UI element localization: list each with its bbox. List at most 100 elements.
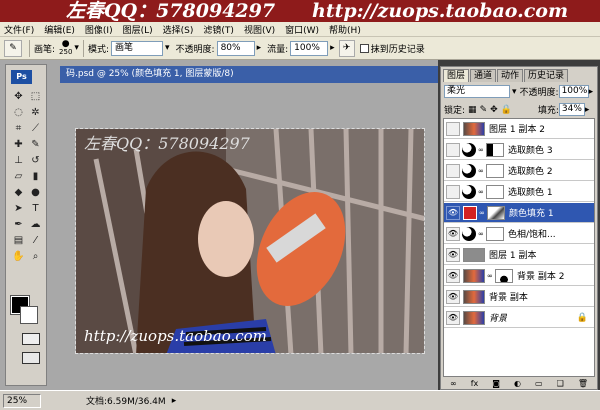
layer-name: 选取颜色 1 <box>508 188 553 198</box>
screen-mode-icon[interactable] <box>22 352 40 364</box>
status-arrow-icon[interactable]: ▸ <box>172 396 177 406</box>
mode-select[interactable]: 画笔 <box>111 40 163 56</box>
canvas-photo[interactable]: 左春QQ：578094297 http://zuops.taobao.com <box>75 128 425 354</box>
visibility-off-icon[interactable] <box>446 142 460 157</box>
layer-row[interactable]: 👁 ∞ 色相/饱和... <box>444 224 594 244</box>
eyedropper-icon[interactable]: ⁄ <box>28 233 43 248</box>
visibility-off-icon[interactable] <box>446 163 460 178</box>
magic-wand-icon[interactable]: ✲ <box>28 105 43 120</box>
tab-channels[interactable]: 通道 <box>470 69 497 82</box>
layer-row[interactable]: 图层 1 副本 2 <box>444 119 594 139</box>
menu-file[interactable]: 文件(F) <box>4 23 34 36</box>
delete-layer-icon[interactable]: 🗑 <box>578 379 588 388</box>
airbrush-icon[interactable]: ✈ <box>338 39 355 57</box>
layer-row[interactable]: 👁 背景 🔒 <box>444 308 594 328</box>
slice-tool-icon[interactable]: ⟋ <box>28 121 43 136</box>
shape-tool-icon[interactable]: ☁ <box>28 217 43 232</box>
layer-style-icon[interactable]: fx <box>471 379 479 388</box>
visibility-off-icon[interactable] <box>446 121 460 136</box>
path-select-icon[interactable]: ➤ <box>11 201 26 216</box>
brush-tool-icon[interactable]: ✎ <box>28 137 43 152</box>
toolbox: Ps ✥ ⬚ ◌ ✲ ⌗ ⟋ ✚ ✎ ⊥ ↺ ▱ ▮ ◆ ● ➤ T ✒ ☁ ▤… <box>5 64 47 386</box>
visibility-off-icon[interactable] <box>446 184 460 199</box>
move-tool-icon[interactable]: ✥ <box>11 89 26 104</box>
notes-tool-icon[interactable]: ▤ <box>11 233 26 248</box>
layer-row[interactable]: 👁 ∞ 背景 副本 2 <box>444 266 594 286</box>
layer-row-selected[interactable]: 👁 ∞ 颜色填充 1 <box>444 203 594 223</box>
opacity-label: 不透明度: <box>175 44 215 55</box>
history-brush-tool-icon[interactable]: ✎ <box>4 39 22 57</box>
lock-paint-icon[interactable]: ✎ <box>480 105 488 115</box>
flow-dropdown-icon[interactable]: ▸ <box>330 43 335 53</box>
lock-all-icon[interactable]: 🔒 <box>501 105 512 115</box>
pen-tool-icon[interactable]: ✒ <box>11 217 26 232</box>
eye-icon[interactable]: 👁 <box>446 310 460 325</box>
layer-thumbnail <box>463 310 485 325</box>
layer-opacity-arrow-icon[interactable]: ▸ <box>589 87 594 97</box>
history-checkbox[interactable] <box>359 43 369 53</box>
layer-row[interactable]: ∞ 选取颜色 2 <box>444 161 594 181</box>
add-mask-icon[interactable]: ◙ <box>492 379 500 388</box>
mode-label: 模式: <box>87 44 109 55</box>
quick-mask-icon[interactable] <box>22 333 40 345</box>
layer-row[interactable]: ∞ 选取颜色 1 <box>444 182 594 202</box>
marquee-tool-icon[interactable]: ⬚ <box>28 89 43 104</box>
stamp-tool-icon[interactable]: ⊥ <box>11 153 26 168</box>
dodge-tool-icon[interactable]: ● <box>28 185 43 200</box>
eye-icon[interactable]: 👁 <box>446 247 460 262</box>
menu-help[interactable]: 帮助(H) <box>329 23 361 36</box>
fill-arrow-icon[interactable]: ▸ <box>585 105 590 115</box>
eye-icon[interactable]: 👁 <box>446 205 460 220</box>
layer-row[interactable]: 👁 图层 1 副本 <box>444 245 594 265</box>
zoom-level[interactable]: 25% <box>3 393 41 408</box>
tab-layers[interactable]: 图层 <box>443 69 470 82</box>
new-layer-icon[interactable]: ❑ <box>557 379 564 388</box>
brush-dropdown-icon[interactable]: ▾ <box>74 43 79 53</box>
flow-input[interactable]: 100% <box>290 40 329 56</box>
type-tool-icon[interactable]: T <box>28 201 43 216</box>
crop-tool-icon[interactable]: ⌗ <box>11 121 26 136</box>
mode-dropdown-icon[interactable]: ▾ <box>165 43 170 53</box>
blur-tool-icon[interactable]: ◆ <box>11 185 26 200</box>
lasso-tool-icon[interactable]: ◌ <box>11 105 26 120</box>
blend-mode-select[interactable]: 柔光 <box>444 85 510 98</box>
fill-value: 34% <box>561 104 582 114</box>
menu-window[interactable]: 窗口(W) <box>285 23 319 36</box>
eye-icon[interactable]: 👁 <box>446 226 460 241</box>
hand-tool-icon[interactable]: ✋ <box>11 249 26 264</box>
mask-thumbnail <box>486 184 504 199</box>
layer-row[interactable]: 👁 背景 副本 <box>444 287 594 307</box>
menu-edit[interactable]: 编辑(E) <box>44 23 75 36</box>
mode-value: 画笔 <box>115 42 134 53</box>
history-brush-icon[interactable]: ↺ <box>28 153 43 168</box>
brush-picker[interactable]: ● 250 <box>59 40 72 57</box>
link-layers-icon[interactable]: ∞ <box>450 379 457 388</box>
layer-row[interactable]: ∞ 选取颜色 3 <box>444 140 594 160</box>
opacity-input[interactable]: 80% <box>216 40 255 56</box>
zoom-tool-icon[interactable]: ⌕ <box>28 249 43 264</box>
lock-move-icon[interactable]: ✥ <box>490 105 498 115</box>
layer-opacity-input[interactable]: 100% <box>558 85 589 98</box>
tab-history[interactable]: 历史记录 <box>524 69 569 82</box>
menu-view[interactable]: 视图(V) <box>244 23 275 36</box>
healing-brush-icon[interactable]: ✚ <box>11 137 26 152</box>
menu-layer[interactable]: 图层(L) <box>123 23 153 36</box>
fill-input[interactable]: 34% <box>558 103 585 116</box>
menu-image[interactable]: 图像(I) <box>85 23 113 36</box>
eye-icon[interactable]: 👁 <box>446 289 460 304</box>
opacity-dropdown-icon[interactable]: ▸ <box>257 43 262 53</box>
blend-dropdown-icon[interactable]: ▾ <box>512 87 517 97</box>
ps-logo-icon[interactable]: Ps <box>11 70 32 84</box>
new-group-icon[interactable]: ▭ <box>535 379 543 388</box>
tab-actions[interactable]: 动作 <box>497 69 524 82</box>
new-adjustment-icon[interactable]: ◐ <box>514 379 521 388</box>
menu-filter[interactable]: 滤镜(T) <box>203 23 234 36</box>
eye-icon[interactable]: 👁 <box>446 268 460 283</box>
lock-transparent-icon[interactable]: ▦ <box>468 105 477 115</box>
background-color-swatch[interactable] <box>20 306 38 324</box>
layers-panel: 图层 通道 动作 历史记录 柔光 ▾ 不透明度: 100% ▸ 锁定: ▦ ✎ … <box>440 66 598 390</box>
menu-select[interactable]: 选择(S) <box>163 23 194 36</box>
eraser-tool-icon[interactable]: ▱ <box>11 169 26 184</box>
gradient-tool-icon[interactable]: ▮ <box>28 169 43 184</box>
panel-footer: ∞ fx ◙ ◐ ▭ ❑ 🗑 <box>443 378 595 389</box>
